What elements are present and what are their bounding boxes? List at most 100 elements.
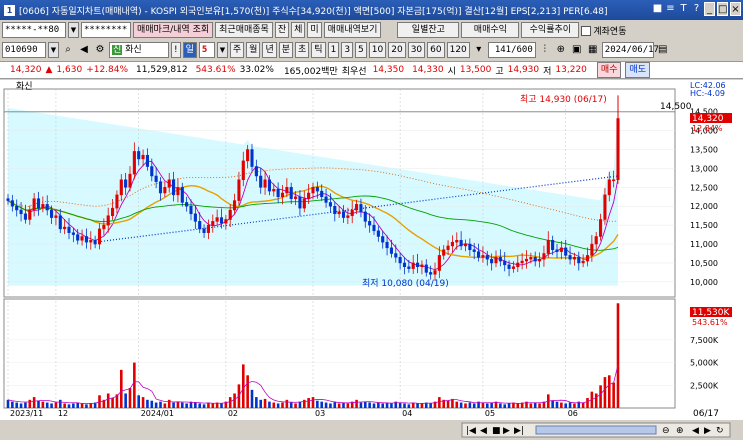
buy-button[interactable]: 매수 [596, 62, 622, 78]
scroll-prev-icon[interactable]: ◀ [480, 426, 487, 436]
info-button[interactable]: ! [171, 42, 181, 58]
open-price: 13,500 [459, 65, 492, 75]
period-tab-second[interactable]: 초 [295, 42, 310, 58]
zoom-out-icon[interactable]: ⊖ [662, 426, 670, 436]
zoom-in-icon[interactable]: ⊕ [676, 426, 684, 436]
multiplier-1[interactable]: 1 [327, 42, 340, 58]
date-field[interactable]: 2024/06/17 [601, 42, 659, 58]
volume-ratio: 543.61% [195, 65, 236, 75]
candle-body [119, 179, 123, 196]
filled-button[interactable]: 체 [291, 22, 306, 38]
period-tab-week[interactable]: 주 [229, 42, 245, 58]
high-label: 고 [495, 66, 504, 77]
volume-bar [141, 397, 145, 408]
link-icon[interactable]: ■ [652, 2, 663, 16]
minimize-button[interactable]: _ [704, 2, 715, 16]
up-arrow-icon: ▲ [45, 65, 53, 75]
candle-body [559, 247, 563, 252]
font-icon[interactable]: T [678, 2, 689, 16]
scroll-thumb[interactable] [535, 425, 657, 435]
volume-bar [163, 403, 167, 408]
multiplier-10[interactable]: 10 [368, 42, 387, 58]
trade-profit-button[interactable]: 매매수익 [461, 22, 520, 38]
profit-trend-button[interactable]: 수익률추이 [521, 22, 580, 38]
close-button[interactable]: × [730, 2, 741, 16]
stock-chart[interactable]: 14,500 14,000 13,500 13,000 12,500 12,000 11,5… [0, 80, 743, 440]
maximize-button[interactable]: □ [717, 2, 728, 16]
period-tab-minute[interactable]: 분 [278, 42, 294, 58]
multiplier-5[interactable]: 5 [355, 42, 367, 58]
multiplier-30[interactable]: 30 [407, 42, 426, 58]
multiplier-3[interactable]: 3 [341, 42, 354, 58]
account-field[interactable]: *****-**80 [2, 22, 66, 38]
candle-body [276, 188, 280, 198]
low-price: 13,220 [555, 65, 587, 75]
stock-code-input[interactable]: 010690 [2, 42, 46, 58]
price-axis-label: 13,000 [690, 164, 718, 173]
volume-bar [529, 403, 533, 408]
refresh-icon[interactable]: ↻ [716, 426, 724, 436]
recent-trades-button[interactable]: 최근매매종목 [215, 22, 273, 38]
volume-bar [259, 399, 263, 408]
help-icon[interactable]: ? [691, 2, 702, 16]
volume-bar [616, 303, 620, 408]
daily-balance-button[interactable]: 일별잔고 [397, 22, 460, 38]
settings-icon[interactable]: ⚙ [93, 43, 107, 57]
date-picker-icon[interactable]: ▤ [656, 43, 670, 57]
chevron-down-icon[interactable]: ▾ [472, 43, 486, 57]
candle-body [241, 160, 245, 181]
chart-canvas[interactable]: 14,50014,00013,50013,00012,50012,00011,5… [0, 80, 743, 440]
volume-bar [533, 402, 537, 408]
menu-icon[interactable]: ≡ [665, 2, 676, 16]
trade-history-button[interactable]: 매매마크/내역 조회 [133, 22, 214, 38]
speaker-icon[interactable]: ◀ [77, 43, 91, 57]
candle-body [307, 192, 311, 199]
code-dropdown-icon[interactable]: ▼ [48, 42, 59, 58]
candle-body [416, 262, 420, 267]
zoom-icon[interactable]: ⊕ [554, 43, 568, 57]
period-value-field[interactable]: 5 [198, 42, 215, 58]
volume-bar [468, 402, 472, 408]
volume-panel-frame [3, 298, 676, 409]
scroll-next-icon[interactable]: ▶ [503, 426, 510, 436]
volume-bar [167, 399, 171, 408]
candle-body [263, 179, 267, 188]
trade-view-button[interactable]: 매매내역보기 [323, 22, 382, 38]
price-axis-label: 11,500 [690, 221, 718, 230]
candle-body [446, 245, 450, 250]
period-day-tab[interactable]: 일 [182, 42, 197, 58]
data-count-field[interactable]: 141/600 [487, 42, 536, 58]
chart-type-icon[interactable]: ⫶ [538, 43, 552, 57]
candle-body [163, 187, 167, 194]
period-dropdown-icon[interactable]: ▼ [216, 42, 228, 58]
multiplier-60[interactable]: 60 [427, 42, 445, 58]
scroll-first-icon[interactable]: |◀ [466, 426, 476, 436]
candle-body [167, 179, 171, 188]
trade-amount: 165,002백만 [283, 66, 338, 77]
unfilled-button[interactable]: 미 [307, 22, 322, 38]
scroll-stop-icon[interactable]: ■ [492, 426, 501, 436]
password-field[interactable]: ******** [81, 22, 131, 38]
search-icon[interactable]: ⌕ [61, 43, 75, 57]
account-dropdown-icon[interactable]: ▼ [68, 22, 79, 38]
candle-body [132, 151, 136, 175]
period-tab-year[interactable]: 년 [262, 42, 277, 58]
period-tab-month[interactable]: 월 [246, 42, 261, 58]
current-price-tag-text: 14,320 [692, 114, 724, 124]
forward-icon[interactable]: ▶ [704, 426, 711, 436]
account-link-option[interactable]: 계좌연동 [581, 24, 626, 37]
rewind-icon[interactable]: ◀ [692, 426, 699, 436]
multiplier-20[interactable]: 20 [388, 42, 406, 58]
calendar-icon[interactable]: ▦ [586, 43, 600, 57]
stock-name-field: 신 화신 [109, 42, 169, 58]
candle-body [106, 215, 110, 226]
volume-tag-text: 11,530K [692, 308, 730, 318]
multiplier-120[interactable]: 120 [446, 42, 470, 58]
remain-button[interactable]: 잔 [274, 22, 290, 38]
scroll-last-icon[interactable]: ▶| [514, 426, 524, 436]
price-axis-label: 12,500 [690, 183, 718, 192]
period-tab-tick[interactable]: 틱 [311, 42, 326, 58]
account-link-checkbox[interactable] [581, 26, 592, 36]
sell-button[interactable]: 매도 [625, 62, 651, 78]
save-icon[interactable]: ▣ [570, 43, 584, 57]
